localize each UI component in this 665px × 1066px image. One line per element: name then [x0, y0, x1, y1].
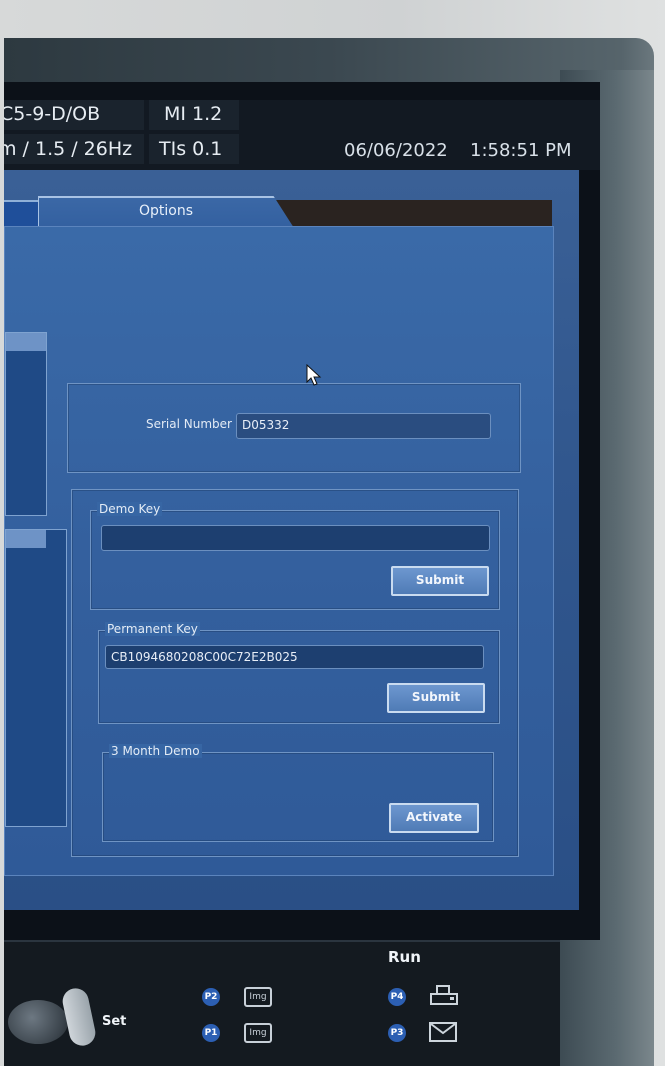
- serial-number-group: Serial Number D05332: [67, 383, 521, 473]
- p3-key[interactable]: P3: [388, 1024, 406, 1042]
- options-content: Serial Number D05332 Demo Key Submit Per…: [4, 226, 554, 876]
- permanent-key-group: Permanent Key CB1094680208C00C72E2B025 S…: [98, 622, 500, 724]
- date-display: 06/06/2022: [344, 140, 448, 161]
- left-list-panel-lower[interactable]: [5, 529, 67, 827]
- image-store-icon: Img: [244, 1023, 272, 1043]
- mi-value: MI 1.2: [164, 103, 223, 125]
- left-list-panel[interactable]: [5, 332, 47, 516]
- serial-number-field[interactable]: D05332: [236, 413, 491, 439]
- three-month-demo-group: 3 Month Demo Activate: [102, 744, 494, 842]
- run-label: Run: [388, 948, 421, 966]
- mail-icon: [429, 1022, 457, 1042]
- demo-key-input[interactable]: [101, 525, 490, 551]
- mode-value: m / 1.5 / 26Hz: [4, 138, 133, 160]
- left-list-header: [6, 530, 46, 548]
- p2-key[interactable]: P2: [202, 988, 220, 1006]
- time-display: 1:58:51 PM: [470, 140, 572, 161]
- permanent-key-legend: Permanent Key: [105, 622, 200, 636]
- permanent-key-input[interactable]: CB1094680208C00C72E2B025: [105, 645, 484, 669]
- tab-options[interactable]: Options: [38, 196, 294, 228]
- image-store-icon: Img: [244, 987, 272, 1007]
- p1-key[interactable]: P1: [202, 1024, 220, 1042]
- demo-key-submit-button[interactable]: Submit: [391, 566, 489, 596]
- status-bar: C5-9-D/OB MI 1.2 m / 1.5 / 26Hz TIs 0.1 …: [4, 100, 600, 170]
- p4-key[interactable]: P4: [388, 988, 406, 1006]
- set-label: Set: [102, 1014, 127, 1029]
- tis-value: TIs 0.1: [159, 138, 223, 160]
- left-list-header: [6, 333, 46, 351]
- console-divider: [4, 940, 560, 942]
- demo-key-legend: Demo Key: [97, 502, 163, 516]
- trackball[interactable]: [8, 1000, 68, 1044]
- probe-name: C5-9-D/OB: [4, 103, 101, 125]
- three-month-demo-legend: 3 Month Demo: [109, 744, 202, 758]
- demo-key-group: Demo Key Submit: [90, 502, 500, 610]
- mouse-pointer-icon: [306, 364, 322, 386]
- main-panel: Options Serial Number D05332 Demo Key Su…: [4, 170, 579, 910]
- activate-button[interactable]: Activate: [389, 803, 479, 833]
- license-keys-group: Demo Key Submit Permanent Key CB10946802…: [71, 489, 519, 857]
- permanent-key-submit-button[interactable]: Submit: [387, 683, 485, 713]
- tab-previous[interactable]: [4, 200, 38, 228]
- serial-number-label: Serial Number: [146, 417, 232, 431]
- screen: C5-9-D/OB MI 1.2 m / 1.5 / 26Hz TIs 0.1 …: [4, 82, 600, 940]
- printer-icon: [430, 985, 458, 1005]
